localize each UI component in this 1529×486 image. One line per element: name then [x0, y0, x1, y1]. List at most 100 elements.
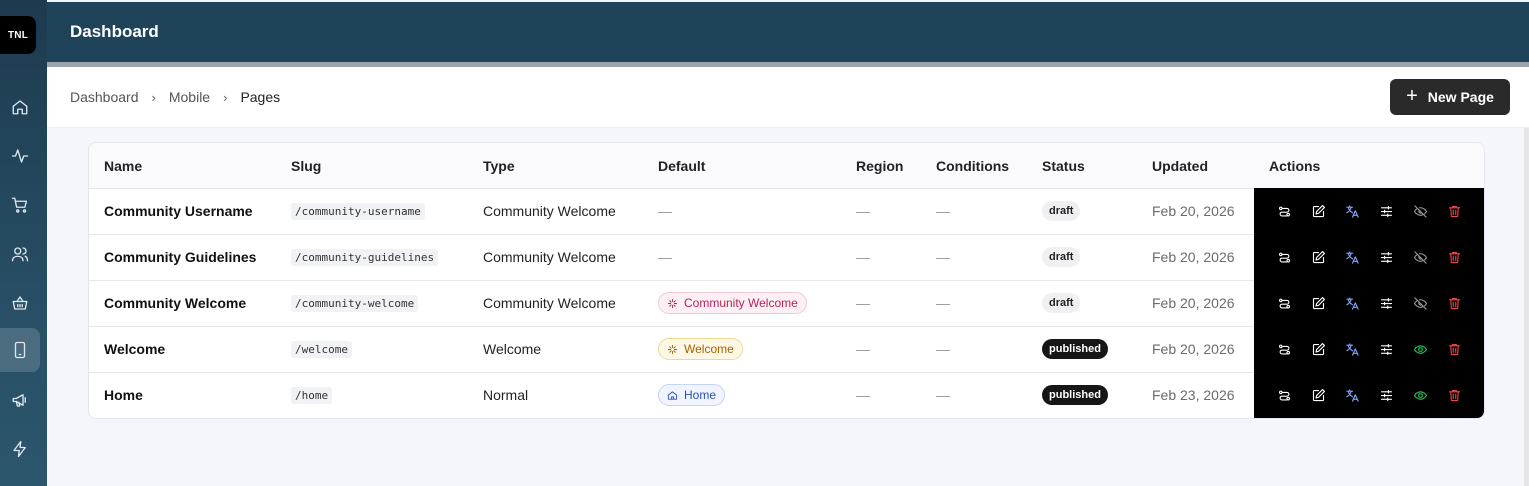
- edit-button[interactable]: [1301, 380, 1335, 410]
- visibility-toggle[interactable]: [1403, 334, 1437, 364]
- translate-icon: [1345, 342, 1359, 356]
- delete-button[interactable]: [1437, 334, 1471, 364]
- scrollbar[interactable]: [1524, 128, 1529, 486]
- delete-button[interactable]: [1437, 288, 1471, 318]
- sidebar-item-users[interactable]: [0, 232, 40, 276]
- column-header-default[interactable]: Default: [658, 158, 705, 174]
- translate-icon: [1345, 296, 1359, 310]
- table-header: Name Slug Type Default Region Conditions…: [89, 143, 1484, 189]
- edit-button[interactable]: [1301, 334, 1335, 364]
- status-badge: published: [1042, 339, 1108, 359]
- translate-button[interactable]: [1335, 242, 1369, 272]
- delete-icon: [1448, 389, 1460, 401]
- routes-button[interactable]: [1267, 380, 1301, 410]
- translate-button[interactable]: [1335, 196, 1369, 226]
- column-header-type[interactable]: Type: [483, 158, 515, 174]
- delete-button[interactable]: [1437, 196, 1471, 226]
- default-badge: Home: [658, 384, 726, 406]
- sidebar-item-cart[interactable]: [0, 183, 40, 227]
- page-updated: Feb 20, 2026: [1152, 203, 1235, 219]
- row-actions: [1254, 188, 1484, 234]
- routes-button[interactable]: [1267, 196, 1301, 226]
- settings-button[interactable]: [1369, 288, 1403, 318]
- sidebar-item-campaigns[interactable]: [0, 378, 40, 422]
- table-row[interactable]: Community Guidelines /community-guidelin…: [89, 234, 1484, 281]
- settings-button[interactable]: [1369, 242, 1403, 272]
- page-name[interactable]: Home: [104, 372, 143, 418]
- page-conditions: —: [936, 295, 950, 311]
- settings-sliders-icon: [1380, 343, 1392, 355]
- status-badge: draft: [1042, 247, 1081, 267]
- edit-button[interactable]: [1301, 288, 1335, 318]
- page-slug: /community-welcome: [291, 294, 419, 312]
- sidebar-item-home[interactable]: [0, 85, 40, 129]
- eye-off-icon: [1413, 204, 1427, 218]
- column-header-name[interactable]: Name: [104, 158, 142, 174]
- column-header-slug[interactable]: Slug: [291, 158, 321, 174]
- routes-button[interactable]: [1267, 334, 1301, 364]
- column-header-region[interactable]: Region: [856, 158, 903, 174]
- page-name[interactable]: Community Username: [104, 188, 253, 234]
- translate-button[interactable]: [1335, 288, 1369, 318]
- page-region: —: [856, 295, 870, 311]
- page-name[interactable]: Community Welcome: [104, 280, 246, 326]
- settings-button[interactable]: [1369, 334, 1403, 364]
- translate-button[interactable]: [1335, 380, 1369, 410]
- visibility-toggle[interactable]: [1403, 288, 1437, 318]
- visibility-toggle[interactable]: [1403, 196, 1437, 226]
- chevron-right-icon: ›: [151, 89, 156, 105]
- sidebar-item-mobile[interactable]: [0, 328, 40, 372]
- breadcrumb-mobile[interactable]: Mobile: [169, 89, 210, 105]
- column-header-status[interactable]: Status: [1042, 158, 1085, 174]
- routes-icon: [1278, 298, 1290, 308]
- row-actions: [1254, 280, 1484, 326]
- sidebar-item-automations[interactable]: [0, 427, 40, 471]
- page-conditions: —: [936, 387, 950, 403]
- sparkle-icon: [667, 344, 678, 354]
- routes-button[interactable]: [1267, 242, 1301, 272]
- visibility-toggle[interactable]: [1403, 380, 1437, 410]
- page-updated: Feb 20, 2026: [1152, 249, 1235, 265]
- translate-button[interactable]: [1335, 334, 1369, 364]
- page-type: Community Welcome: [483, 203, 616, 219]
- toolbar: Dashboard › Mobile › Pages + New Page: [47, 67, 1529, 128]
- status-badge: published: [1042, 385, 1108, 405]
- megaphone-icon: [12, 394, 26, 407]
- visibility-toggle[interactable]: [1403, 242, 1437, 272]
- settings-button[interactable]: [1369, 196, 1403, 226]
- delete-button[interactable]: [1437, 380, 1471, 410]
- row-actions: [1254, 372, 1484, 418]
- sidebar-item-activity[interactable]: [0, 134, 40, 178]
- page-region: —: [856, 387, 870, 403]
- page-slug: /home: [291, 386, 333, 404]
- table-row[interactable]: Welcome /welcome Welcome Welcome — — pub…: [89, 326, 1484, 373]
- routes-icon: [1278, 206, 1290, 216]
- edit-button[interactable]: [1301, 196, 1335, 226]
- delete-button[interactable]: [1437, 242, 1471, 272]
- edit-button[interactable]: [1301, 242, 1335, 272]
- logo[interactable]: TNL: [0, 16, 36, 54]
- delete-icon: [1448, 205, 1460, 217]
- table-row[interactable]: Home /home Normal Home — — published Feb…: [89, 372, 1484, 418]
- routes-button[interactable]: [1267, 288, 1301, 318]
- cart-icon: [11, 197, 28, 213]
- page-updated: Feb 20, 2026: [1152, 295, 1235, 311]
- breadcrumb-dashboard[interactable]: Dashboard: [70, 89, 139, 105]
- page-name[interactable]: Community Guidelines: [104, 234, 256, 280]
- page-name[interactable]: Welcome: [104, 326, 165, 372]
- settings-button[interactable]: [1369, 380, 1403, 410]
- sidebar-item-basket[interactable]: [0, 281, 40, 325]
- home-icon: [12, 100, 28, 115]
- edit-icon: [1312, 204, 1325, 217]
- column-header-updated[interactable]: Updated: [1152, 158, 1208, 174]
- new-page-button[interactable]: + New Page: [1390, 79, 1510, 115]
- column-header-conditions[interactable]: Conditions: [936, 158, 1009, 174]
- pages-table: Name Slug Type Default Region Conditions…: [88, 142, 1485, 419]
- table-row[interactable]: Community Welcome /community-welcome Com…: [89, 280, 1484, 327]
- settings-sliders-icon: [1380, 251, 1392, 263]
- page-region: —: [856, 203, 870, 219]
- table-row[interactable]: Community Username /community-username C…: [89, 188, 1484, 235]
- page-type: Community Welcome: [483, 249, 616, 265]
- row-actions: [1254, 234, 1484, 280]
- page-conditions: —: [936, 249, 950, 265]
